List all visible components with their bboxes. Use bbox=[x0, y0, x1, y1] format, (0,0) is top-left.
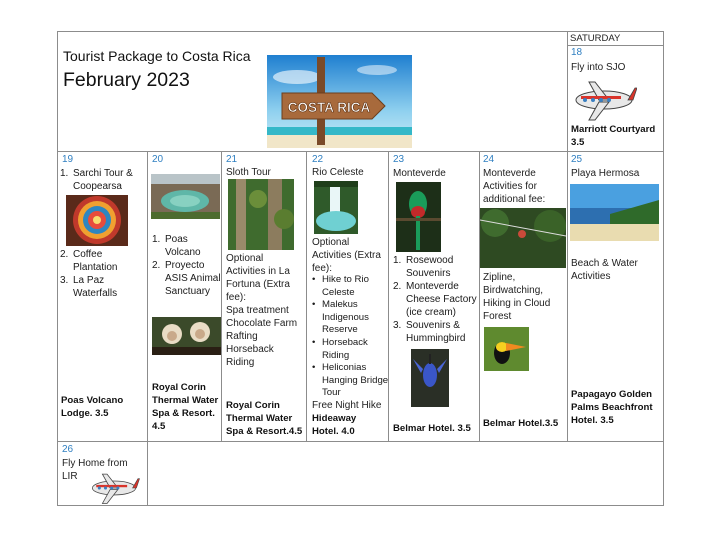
list-item: 1. Sarchi Tour & Coopearsa bbox=[60, 168, 133, 192]
grid-line bbox=[663, 31, 664, 506]
saturday-header: SATURDAY bbox=[570, 33, 621, 44]
mandala-art-image bbox=[66, 195, 128, 246]
bullet-item: Hike to Rio Celeste bbox=[310, 274, 390, 299]
day-21-title: Sloth Tour bbox=[226, 167, 271, 178]
month-title: February 2023 bbox=[63, 69, 190, 91]
grid-line bbox=[567, 45, 664, 46]
day-19-hotel: Poas Volcano Lodge. 3.5 bbox=[61, 395, 124, 419]
extra-item: Spa treatment bbox=[226, 305, 289, 316]
quetzal-bird-image bbox=[396, 182, 441, 252]
list-item: 1. Poas Volcano bbox=[152, 234, 201, 258]
list-item: 1. Rosewood Souvenirs bbox=[393, 255, 454, 279]
costa-rica-banner-image: COSTA RICA bbox=[267, 55, 412, 148]
grid-line bbox=[567, 31, 568, 152]
day-21-optional: Optional Activities in La Fortuna (Extra… bbox=[226, 253, 290, 303]
day-number-25: 25 bbox=[571, 154, 583, 165]
extra-item: Chocolate Farm bbox=[226, 318, 298, 329]
day-19-list-cont: 2. Coffee Plantation 3. La Paz Waterfalls bbox=[60, 248, 146, 300]
day-21-extras: Spa treatment Chocolate Farm Rafting Hor… bbox=[226, 304, 300, 369]
day-22-bullets: Hike to Rio Celeste Malekus Indigenous R… bbox=[310, 274, 390, 400]
playa-hermosa-image bbox=[570, 184, 659, 241]
day-number-19: 19 bbox=[62, 154, 74, 165]
day-number-20: 20 bbox=[152, 154, 164, 165]
day-21-hotel: Royal Corin Thermal Water Spa & Resort.4… bbox=[226, 400, 303, 437]
day-20-list: 1. Poas Volcano 2. Proyecto ASIS Animal Sa… bbox=[152, 233, 222, 298]
rio-celeste-image bbox=[314, 181, 358, 234]
list-item: 3. Souvenirs & Hummingbird bbox=[393, 320, 466, 344]
day-number-22: 22 bbox=[312, 154, 324, 165]
list-item: 3. La Paz Waterfalls bbox=[60, 275, 118, 299]
package-title: Tourist Package to Costa Rica bbox=[63, 48, 251, 64]
day-23-hotel: Belmar Hotel. 3.5 bbox=[393, 423, 471, 434]
poas-volcano-image bbox=[151, 174, 220, 219]
day-24-title: Monteverde Activities for additional fee… bbox=[483, 168, 546, 205]
extra-item: Rafting bbox=[226, 331, 258, 342]
day-number-26: 26 bbox=[62, 444, 74, 455]
day-19-list: 1. Sarchi Tour & Coopearsa bbox=[60, 167, 144, 193]
day-22-hotel: Hideaway Hotel. 4.0 bbox=[312, 413, 357, 437]
day-18-hotel: Marriott Courtyard 3.5 bbox=[571, 124, 656, 148]
airplane-icon bbox=[88, 471, 140, 505]
day-24-hotel: Belmar Hotel.3.5 bbox=[483, 418, 559, 429]
list-item: 2. Monteverde Cheese Factory (ice cream) bbox=[393, 281, 477, 318]
monkeys-image bbox=[152, 317, 221, 355]
toucan-image bbox=[484, 327, 529, 371]
day-number-24: 24 bbox=[483, 154, 495, 165]
day-25-title: Playa Hermosa bbox=[571, 168, 640, 179]
bullet-item: Malekus Indigenous Reserve bbox=[310, 299, 390, 337]
day-number-21: 21 bbox=[226, 154, 238, 165]
extra-item: Horseback Riding bbox=[226, 344, 274, 368]
airplane-icon bbox=[571, 78, 638, 122]
list-item: 2. Proyecto ASIS Animal Sanctuary bbox=[152, 260, 221, 297]
grid-line bbox=[57, 31, 664, 32]
grid-line bbox=[57, 441, 664, 442]
day-25-hotel: Papagayo Golden Palms Beachfront Hotel. … bbox=[571, 389, 653, 426]
day-22-extra: Free Night Hike bbox=[312, 400, 382, 411]
grid-line bbox=[57, 151, 664, 152]
hummingbird-image bbox=[411, 349, 449, 407]
zipline-forest-image bbox=[480, 208, 566, 268]
banner-sign-text: COSTA RICA bbox=[288, 100, 371, 115]
grid-line bbox=[479, 151, 480, 442]
day-24-activities: Zipline, Birdwatching, Hiking in Cloud F… bbox=[483, 272, 551, 322]
day-number-23: 23 bbox=[393, 154, 405, 165]
day-22-title: Rio Celeste bbox=[312, 167, 364, 178]
grid-line bbox=[57, 31, 58, 506]
day-25-activities: Beach & Water Activities bbox=[571, 258, 638, 282]
day-20-hotel: Royal Corin Thermal Water Spa & Resort. … bbox=[152, 382, 219, 432]
day-22-optional: Optional Activities (Extra fee): bbox=[312, 237, 381, 274]
day-18-text: Fly into SJO bbox=[571, 62, 626, 73]
grid-line bbox=[147, 151, 148, 506]
sloth-tree-image bbox=[228, 179, 294, 250]
grid-line bbox=[57, 505, 664, 506]
bullet-item: Heliconias Hanging Bridge Tour bbox=[310, 362, 390, 400]
day-23-list: 1. Rosewood Souvenirs 2. Monteverde Cheese… bbox=[393, 254, 477, 345]
bullet-item: Horseback Riding bbox=[310, 337, 390, 362]
day-number-18: 18 bbox=[571, 47, 583, 58]
list-item: 2. Coffee Plantation bbox=[60, 249, 118, 273]
day-23-title: Monteverde bbox=[393, 168, 446, 179]
